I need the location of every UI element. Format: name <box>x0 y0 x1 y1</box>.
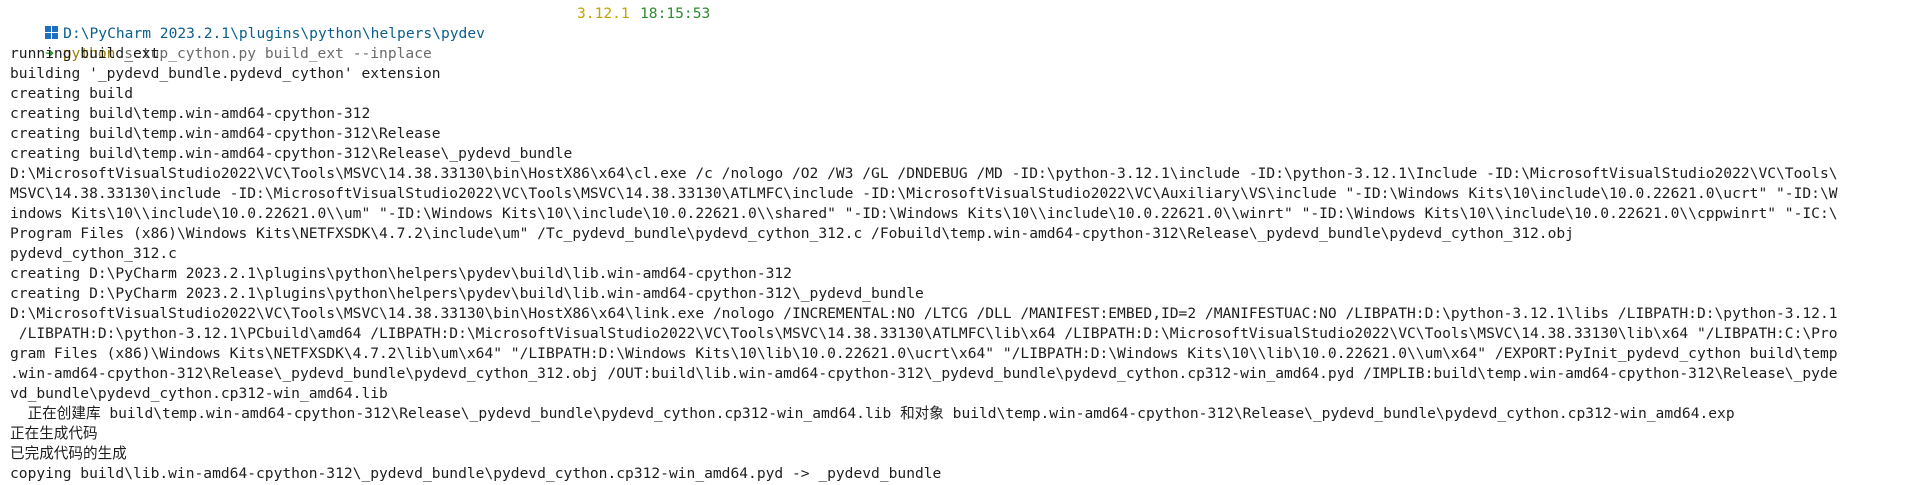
output-line: creating build\temp.win-amd64-cpython-31… <box>10 125 441 142</box>
python-version-badge: 3.12.1 <box>577 5 630 22</box>
output-line: 正在创建库 build\temp.win-amd64-cpython-312\R… <box>10 405 1735 422</box>
output-line: gram Files (x86)\Windows Kits\NETFXSDK\4… <box>10 345 1838 362</box>
terminal-window[interactable]: D:\PyCharm 2023.2.1\plugins\python\helpe… <box>0 0 1920 485</box>
output-line: D:\MicrosoftVisualStudio2022\VC\Tools\MS… <box>10 305 1838 322</box>
output-line: creating D:\PyCharm 2023.2.1\plugins\pyt… <box>10 285 924 302</box>
output-line: indows Kits\10\\include\10.0.22621.0\\um… <box>10 205 1838 222</box>
output-line: Program Files (x86)\Windows Kits\NETFXSD… <box>10 225 1574 242</box>
output-line: /LIBPATH:D:\python-3.12.1\PCbuild\amd64 … <box>10 325 1838 342</box>
output-line: copying build\lib.win-amd64-cpython-312\… <box>10 465 942 482</box>
output-line: creating build <box>10 85 134 102</box>
output-line: MSVC\14.38.33130\include -ID:\MicrosoftV… <box>10 185 1838 202</box>
output-line: 正在生成代码 <box>10 425 98 442</box>
output-line: D:\MicrosoftVisualStudio2022\VC\Tools\MS… <box>10 165 1838 182</box>
output-line: running build_ext <box>10 45 160 62</box>
output-line: pydevd_cython_312.c <box>10 245 177 262</box>
output-line: creating D:\PyCharm 2023.2.1\plugins\pyt… <box>10 265 792 282</box>
output-line: vd_bundle\pydevd_cython.cp312-win_amd64.… <box>10 385 388 402</box>
prompt-header: D:\PyCharm 2023.2.1\plugins\python\helpe… <box>10 4 1920 42</box>
output-line: 已完成代码的生成 <box>10 445 127 462</box>
prompt-time: 18:15:53 <box>640 5 711 22</box>
output-line: creating build\temp.win-amd64-cpython-31… <box>10 145 573 162</box>
output-line: creating build\temp.win-amd64-cpython-31… <box>10 105 371 122</box>
output-line: building '_pydevd_bundle.pydevd_cython' … <box>10 65 441 82</box>
command-line: ➜ python setup_cython.py build_ext --inp… <box>10 24 1920 62</box>
output-line: .win-amd64-cpython-312\Release\_pydevd_b… <box>10 365 1838 382</box>
